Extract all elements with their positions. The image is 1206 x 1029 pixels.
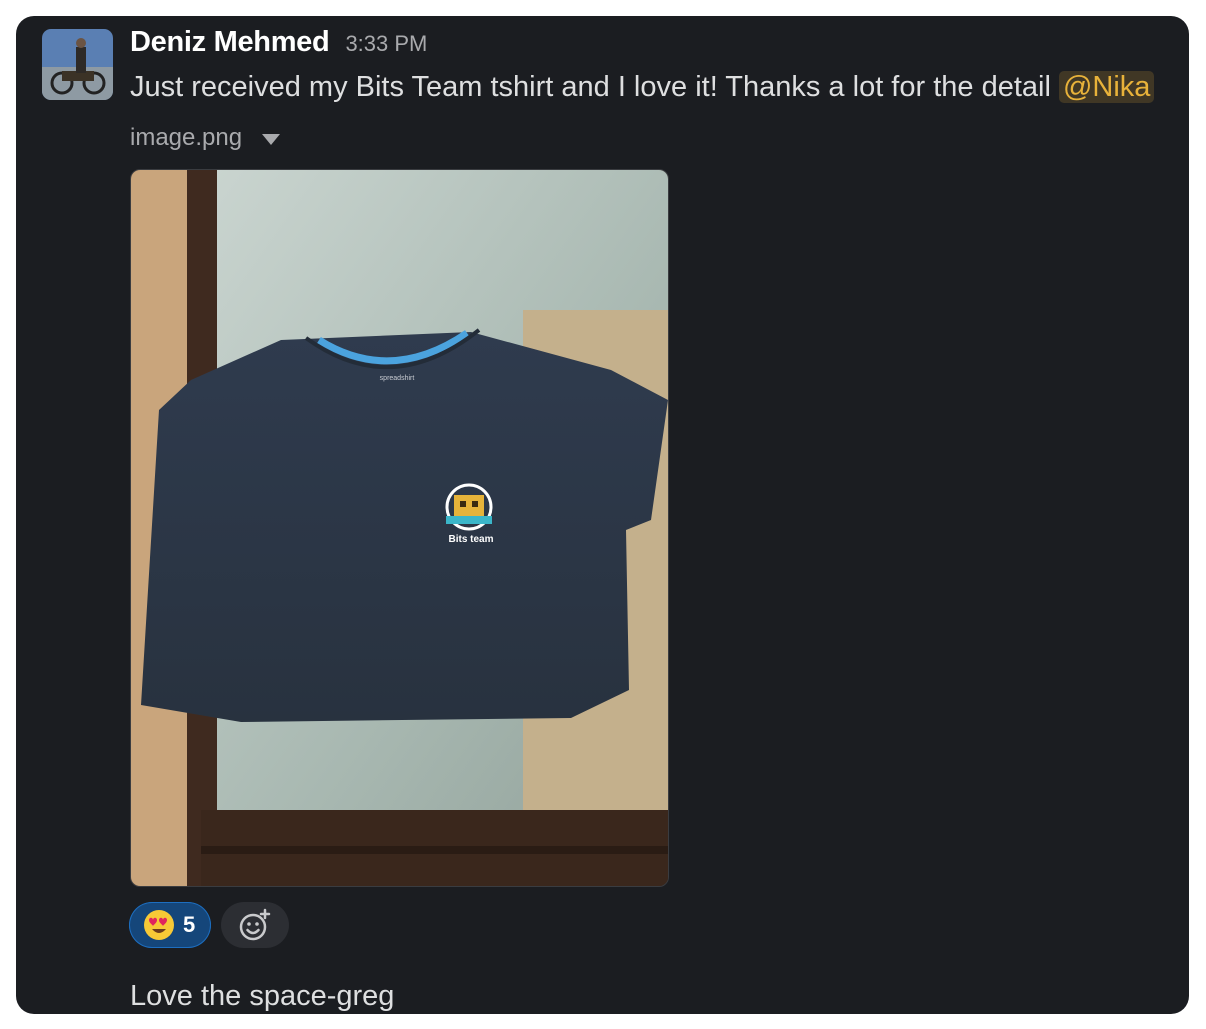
reaction-heart-eyes[interactable]: 5 [129, 902, 212, 948]
message-text-row: Just received my Bits Team tshirt and I … [130, 68, 1155, 106]
reaction-count: 5 [183, 912, 196, 937]
sender-name[interactable]: Deniz Mehmed [130, 26, 330, 59]
followup-message: Love the space-greg [130, 980, 395, 1012]
shirt-print-label: Bits team [448, 534, 493, 545]
user-mention[interactable]: @Nika [1058, 71, 1155, 103]
attachment-filename[interactable]: image.png [130, 124, 242, 152]
chevron-down-icon[interactable] [262, 133, 281, 145]
add-reaction-button[interactable] [221, 902, 290, 948]
shirt-brand-label: spreadshirt [380, 375, 415, 382]
reactions-bar: 5 [129, 902, 290, 948]
add-emoji-icon [240, 908, 271, 941]
message-timestamp[interactable]: 3:33 PM [345, 31, 427, 57]
message-card: Deniz Mehmed 3:33 PM Just received my Bi… [16, 16, 1189, 1014]
user-avatar[interactable] [42, 29, 113, 100]
attachment-image[interactable]: Bits team spreadshirt [130, 169, 669, 887]
heart-eyes-emoji-icon [144, 910, 174, 940]
attachment-header: image.png [130, 124, 281, 152]
message-text: Just received my Bits Team tshirt and I … [130, 71, 1051, 103]
